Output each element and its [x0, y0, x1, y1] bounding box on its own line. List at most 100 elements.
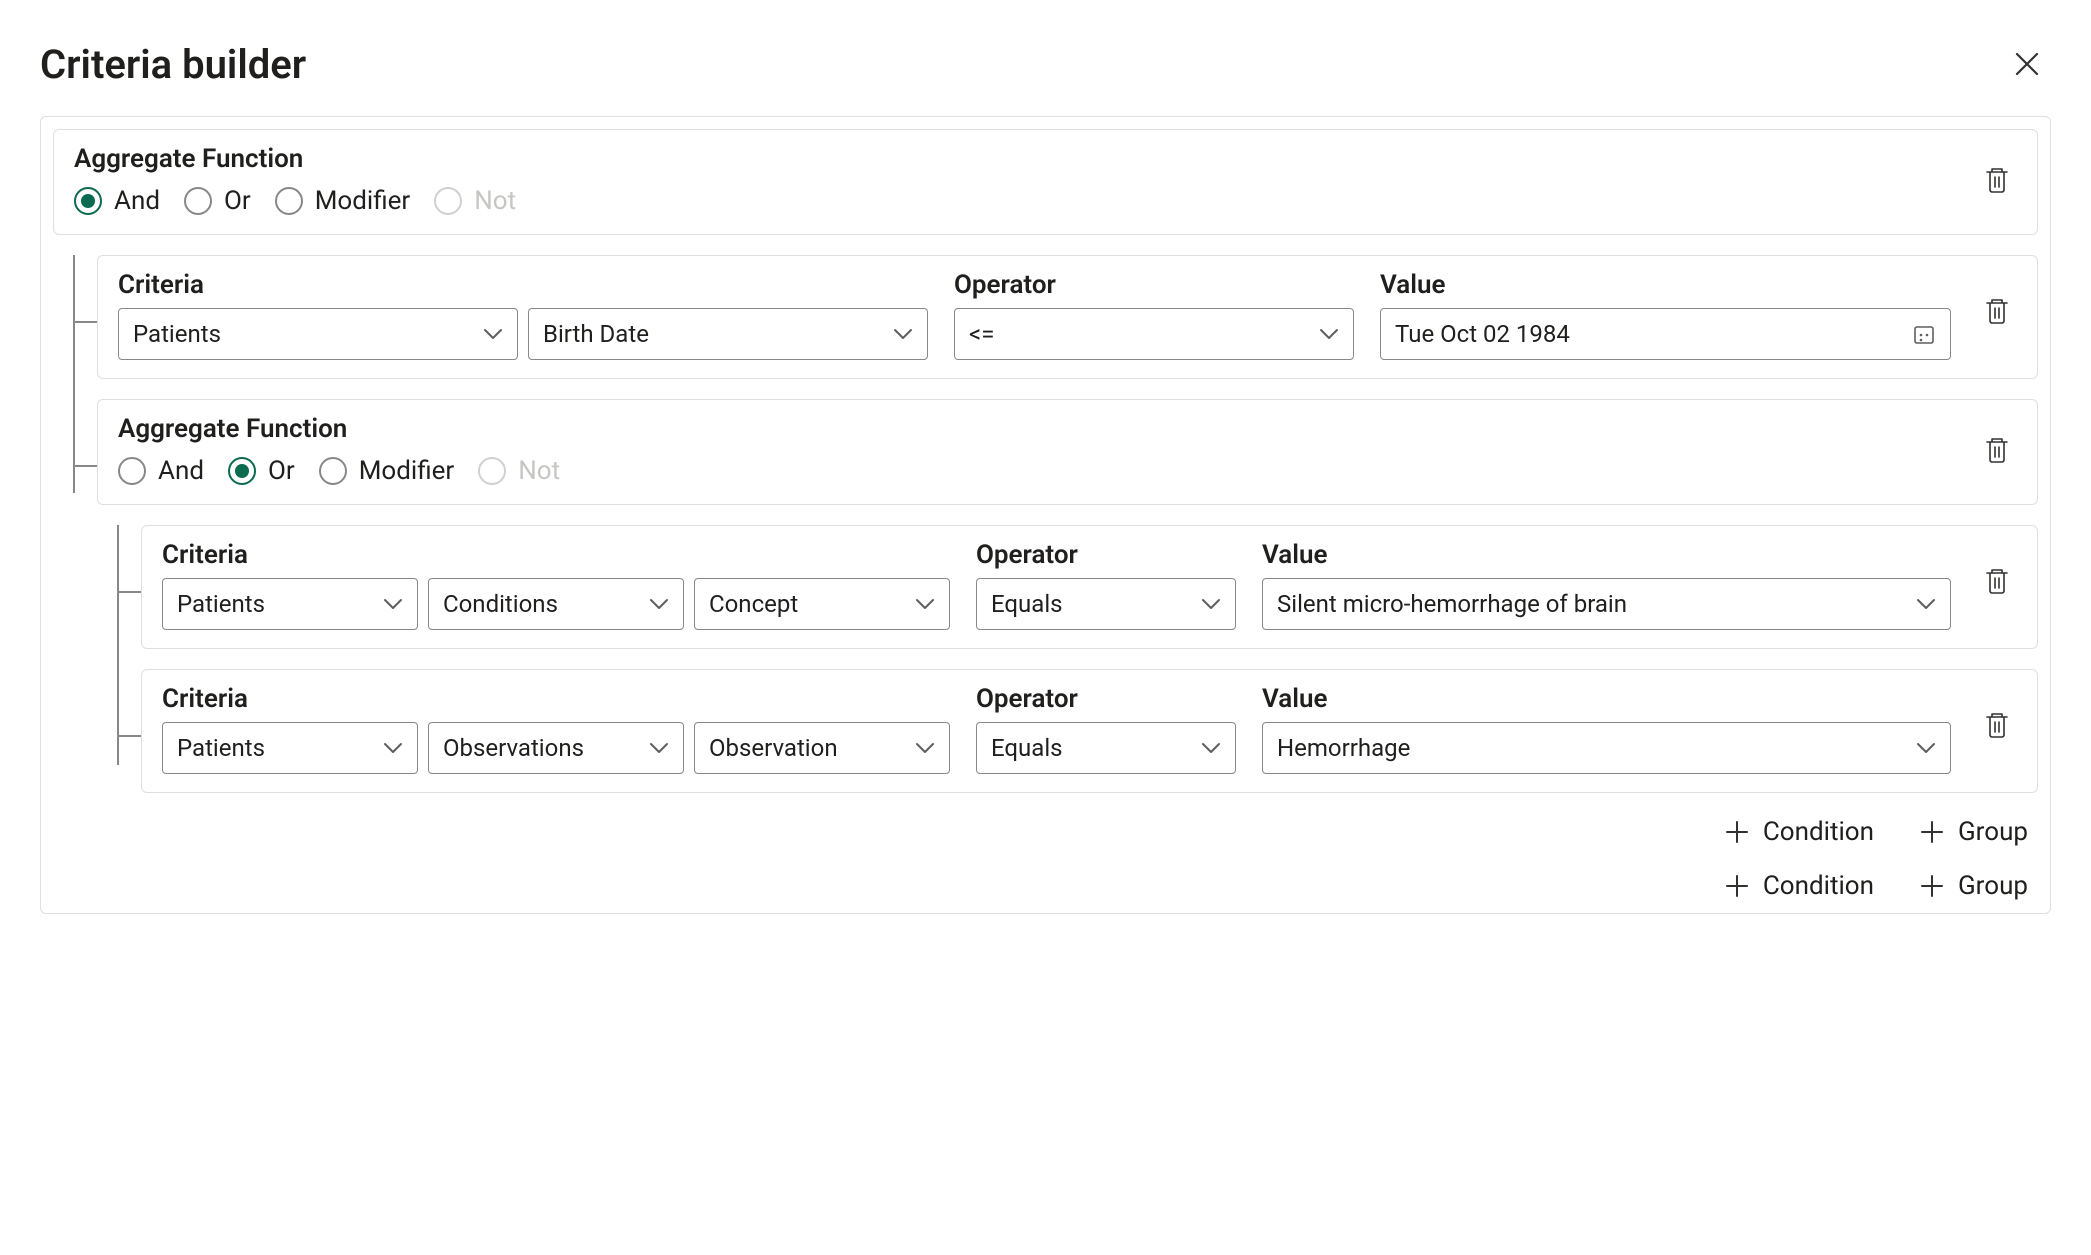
add-group-button[interactable]: Group [1918, 871, 2028, 901]
radio-label: Or [224, 186, 251, 216]
add-group-label: Group [1958, 817, 2028, 847]
select-value: Hemorrhage [1277, 734, 1410, 762]
chevron-down-icon [893, 325, 913, 343]
radio-or[interactable]: Or [184, 186, 251, 216]
add-group-label: Group [1958, 871, 2028, 901]
radio-label: Or [268, 456, 295, 486]
radio-label: And [158, 456, 204, 486]
operator-select[interactable]: <= [954, 308, 1354, 360]
criteria-row: Criteria Patients Conditions [141, 525, 2038, 649]
trash-icon [1983, 710, 2011, 740]
criteria-label: Criteria [162, 540, 950, 570]
radio-modifier[interactable]: Modifier [319, 456, 455, 486]
radio-icon [184, 187, 212, 215]
radio-icon [319, 457, 347, 485]
add-condition-label: Condition [1763, 817, 1874, 847]
radio-icon [478, 457, 506, 485]
criteria-select-field[interactable]: Concept [694, 578, 950, 630]
value-label: Value [1380, 270, 1951, 300]
radio-label: Modifier [315, 186, 411, 216]
chevron-down-icon [649, 595, 669, 613]
radio-modifier[interactable]: Modifier [275, 186, 411, 216]
select-value: <= [969, 320, 994, 348]
chevron-down-icon [1201, 739, 1221, 757]
select-value: Concept [709, 590, 798, 618]
chevron-down-icon [383, 739, 403, 757]
criteria-builder-root: Aggregate Function And Or Modifier [40, 116, 2051, 914]
add-condition-button[interactable]: Condition [1723, 817, 1874, 847]
criteria-select-relation[interactable]: Observations [428, 722, 684, 774]
chevron-down-icon [1319, 325, 1339, 343]
criteria-select-field[interactable]: Observation [694, 722, 950, 774]
operator-select[interactable]: Equals [976, 722, 1236, 774]
operator-label: Operator [976, 540, 1236, 570]
calendar-icon [1912, 322, 1936, 346]
close-icon [2013, 50, 2041, 78]
close-button[interactable] [2003, 40, 2051, 88]
plus-icon [1723, 872, 1751, 900]
radio-not: Not [478, 456, 560, 486]
radio-icon [434, 187, 462, 215]
plus-icon [1918, 818, 1946, 846]
value-label: Value [1262, 540, 1951, 570]
value-date-input[interactable]: Tue Oct 02 1984 [1380, 308, 1951, 360]
criteria-label: Criteria [118, 270, 928, 300]
radio-and[interactable]: And [74, 186, 160, 216]
select-value: Observation [709, 734, 838, 762]
add-condition-button[interactable]: Condition [1723, 871, 1874, 901]
delete-group-button[interactable] [1977, 429, 2017, 471]
add-group-button[interactable]: Group [1918, 817, 2028, 847]
delete-row-button[interactable] [1977, 704, 2017, 746]
criteria-select-entity[interactable]: Patients [162, 722, 418, 774]
chevron-down-icon [1201, 595, 1221, 613]
select-value: Patients [177, 734, 265, 762]
radio-or[interactable]: Or [228, 456, 295, 486]
trash-icon [1983, 566, 2011, 596]
value-label: Value [1262, 684, 1951, 714]
select-value: Birth Date [543, 320, 649, 348]
aggregate-group-header: Aggregate Function And Or [97, 399, 2038, 505]
select-value: Equals [991, 590, 1063, 618]
value-select[interactable]: Silent micro-hemorrhage of brain [1262, 578, 1951, 630]
criteria-select-relation[interactable]: Conditions [428, 578, 684, 630]
aggregate-function-label: Aggregate Function [118, 414, 560, 444]
operator-select[interactable]: Equals [976, 578, 1236, 630]
page-title: Criteria builder [40, 41, 306, 88]
plus-icon [1918, 872, 1946, 900]
criteria-select-entity[interactable]: Patients [162, 578, 418, 630]
radio-not: Not [434, 186, 516, 216]
chevron-down-icon [915, 595, 935, 613]
date-value: Tue Oct 02 1984 [1395, 320, 1570, 348]
value-select[interactable]: Hemorrhage [1262, 722, 1951, 774]
radio-icon [118, 457, 146, 485]
select-value: Observations [443, 734, 584, 762]
radio-and[interactable]: And [118, 456, 204, 486]
radio-icon [228, 457, 256, 485]
trash-icon [1983, 165, 2011, 195]
aggregate-function-label: Aggregate Function [74, 144, 516, 174]
chevron-down-icon [649, 739, 669, 757]
delete-row-button[interactable] [1977, 560, 2017, 602]
chevron-down-icon [483, 325, 503, 343]
criteria-select-field[interactable]: Birth Date [528, 308, 928, 360]
criteria-select-entity[interactable]: Patients [118, 308, 518, 360]
delete-row-button[interactable] [1977, 290, 2017, 332]
add-condition-label: Condition [1763, 871, 1874, 901]
radio-label: Modifier [359, 456, 455, 486]
chevron-down-icon [383, 595, 403, 613]
radio-label: And [114, 186, 160, 216]
select-value: Equals [991, 734, 1063, 762]
plus-icon [1723, 818, 1751, 846]
inner-group-actions: Condition Group [97, 817, 2038, 847]
criteria-row: Criteria Patients Observations [141, 669, 2038, 793]
trash-icon [1983, 296, 2011, 326]
select-value: Patients [133, 320, 221, 348]
operator-label: Operator [976, 684, 1236, 714]
chevron-down-icon [1916, 739, 1936, 757]
select-value: Conditions [443, 590, 558, 618]
chevron-down-icon [1916, 595, 1936, 613]
delete-group-button[interactable] [1977, 159, 2017, 201]
trash-icon [1983, 435, 2011, 465]
criteria-row: Criteria Patients Birth Date [97, 255, 2038, 379]
operator-label: Operator [954, 270, 1354, 300]
